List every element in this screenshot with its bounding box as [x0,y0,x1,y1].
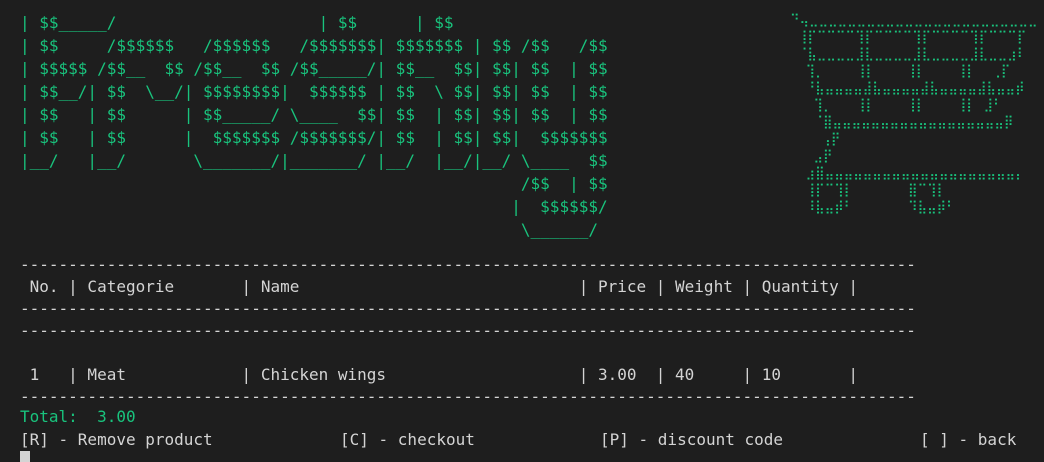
remove-product-command[interactable]: [R] - Remove product [20,429,213,451]
command-menu: [R] - Remove product [C] - checkout [P] … [20,429,1044,451]
table-header-separator: ----------------------------------------… [20,299,916,318]
terminal-window: | $$_____/ | $$ | $$ | $$ /$$$$$$ /$$$$$… [0,0,1044,462]
table-row: 1 | Meat | Chicken wings | 3.00 | 40 | 1… [20,365,859,384]
shopping-cart-icon: ⠙⢤⣀⣀⣀⣀⣀⣀⣀⣀⣀⣀⣀⣀⣀⣀⣀⣀⣀⣀⣀⣀⣀⣀⣀⣀ ⢸⡏⠉⠉⠉⠉⢹⡏⠉⠉⠉⠉⢹… [790,13,1038,215]
table-top-border: ----------------------------------------… [20,255,916,274]
table-body-separator: ----------------------------------------… [20,321,916,340]
table-header-row: No. | Categorie | Name | Price | Weight … [20,277,859,296]
terminal-cursor [20,451,30,462]
checkout-command[interactable]: [C] - checkout [340,429,475,451]
table-bottom-border: ----------------------------------------… [20,387,916,406]
discount-code-command[interactable]: [P] - discount code [600,429,783,451]
ascii-logo: | $$_____/ | $$ | $$ | $$ /$$$$$$ /$$$$$… [20,13,608,239]
back-command[interactable]: [ ] - back [920,429,1016,451]
cart-table: ----------------------------------------… [20,254,916,408]
total-amount: Total: 3.00 [20,407,136,426]
